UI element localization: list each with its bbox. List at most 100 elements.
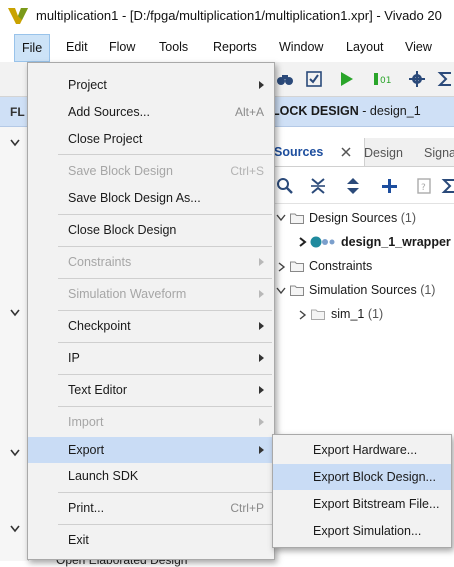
menu-item-shortcut: Ctrl+P <box>230 501 264 515</box>
menu-item-add-sources[interactable]: Add Sources... Alt+A <box>28 100 274 124</box>
folder-icon <box>311 309 325 320</box>
menu-item-export-block-design[interactable]: Export Block Design... <box>273 464 451 490</box>
menu-item-simulation-waveform: Simulation Waveform <box>28 282 274 306</box>
add-icon[interactable] <box>380 177 398 195</box>
expand-all-icon[interactable] <box>344 177 362 195</box>
menu-tools[interactable]: Tools <box>153 38 194 56</box>
menu-item-label: Close Project <box>68 132 143 146</box>
menu-item-label: Export Hardware... <box>313 443 418 457</box>
menu-item-ip[interactable]: IP <box>28 346 274 370</box>
submenu-arrow-icon <box>259 446 264 454</box>
sources-toolbar: ? <box>272 167 454 204</box>
tree-item-design-sources[interactable]: Design Sources (1) <box>309 208 416 228</box>
svg-text:01: 01 <box>380 76 391 86</box>
tree-item-label: Design Sources <box>309 211 398 225</box>
menu-item-save-block-design-as[interactable]: Save Block Design As... <box>28 186 274 210</box>
menu-item-label: Simulation Waveform <box>68 287 187 301</box>
menu-edit[interactable]: Edit <box>60 38 94 56</box>
folder-icon <box>290 261 304 272</box>
menu-item-text-editor[interactable]: Text Editor <box>28 378 274 402</box>
chevron-right-icon[interactable] <box>297 310 307 320</box>
submenu-arrow-icon <box>259 386 264 394</box>
submenu-arrow-icon <box>259 290 264 298</box>
binoculars-icon[interactable] <box>276 70 294 88</box>
menu-item-label: Export <box>68 443 105 457</box>
menu-item-export-bitstream[interactable]: Export Bitstream File... <box>273 491 451 517</box>
tree-item-label: sim_1 <box>331 307 365 321</box>
chevron-down-icon[interactable] <box>10 309 20 317</box>
menu-item-checkpoint[interactable]: Checkpoint <box>28 314 274 338</box>
menu-separator <box>58 154 272 155</box>
banner-title: LOCK DESIGN - design_1 <box>272 104 421 118</box>
search-icon[interactable] <box>276 177 294 195</box>
chevron-down-icon[interactable] <box>10 449 20 457</box>
submenu-arrow-icon <box>259 258 264 266</box>
tab-design[interactable]: Design <box>364 144 403 162</box>
tree-item-sim-1[interactable]: sim_1 (1) <box>331 304 383 324</box>
title-bar: multiplication1 - [D:/fpga/multiplicatio… <box>0 0 454 32</box>
menu-layout[interactable]: Layout <box>340 38 390 56</box>
menu-bar: File Edit Flow Tools Reports Window Layo… <box>0 32 454 62</box>
menu-window[interactable]: Window <box>273 38 329 56</box>
menu-item-project[interactable]: Project <box>28 73 274 97</box>
menu-item-label: Exit <box>68 533 89 547</box>
menu-item-export-hardware[interactable]: Export Hardware... <box>273 437 451 463</box>
menu-item-export-simulation[interactable]: Export Simulation... <box>273 518 451 544</box>
tree-item-design-1-wrapper[interactable]: design_1_wrapper ( <box>341 232 454 252</box>
item-count: (1) <box>367 307 384 321</box>
menu-item-label: Checkpoint <box>68 319 131 333</box>
menu-flow[interactable]: Flow <box>103 38 141 56</box>
gear-icon[interactable] <box>408 70 426 88</box>
tree-item-label: design_1_wrapper <box>341 235 451 249</box>
menu-item-label: Launch SDK <box>68 469 139 483</box>
menu-item-exit[interactable]: Exit <box>28 528 274 552</box>
sum-icon[interactable] <box>440 177 454 195</box>
window-title: multiplication1 - [D:/fpga/multiplicatio… <box>36 8 442 23</box>
banner-title-prefix: LOCK DESIGN <box>272 104 359 118</box>
menu-item-close-project[interactable]: Close Project <box>28 127 274 151</box>
check-box-icon[interactable] <box>305 70 323 88</box>
chevron-right-icon[interactable] <box>276 262 286 272</box>
svg-text:?: ? <box>421 183 426 193</box>
submenu-arrow-icon <box>259 354 264 362</box>
collapse-all-icon[interactable] <box>309 177 327 195</box>
tree-item-simulation-sources[interactable]: Simulation Sources (1) <box>309 280 435 300</box>
menu-separator <box>58 406 272 407</box>
sigma-icon[interactable] <box>436 70 454 88</box>
properties-icon[interactable]: ? <box>415 177 433 195</box>
chevron-down-icon[interactable] <box>276 213 286 223</box>
menu-item-print[interactable]: Print... Ctrl+P <box>28 496 274 520</box>
run-icon[interactable] <box>337 70 355 88</box>
menu-item-shortcut: Ctrl+S <box>230 164 264 178</box>
menu-item-export[interactable]: Export <box>28 437 274 463</box>
menu-item-close-block-design[interactable]: Close Block Design <box>28 218 274 242</box>
menu-item-constraints: Constraints <box>28 250 274 274</box>
menu-item-label: Project <box>68 78 107 92</box>
menu-reports[interactable]: Reports <box>207 38 263 56</box>
menu-item-label: Print... <box>68 501 105 515</box>
menu-item-label: Constraints <box>68 255 132 269</box>
chevron-down-icon[interactable] <box>10 525 20 533</box>
close-icon[interactable] <box>340 146 352 158</box>
tree-item-label: Simulation Sources <box>309 283 417 297</box>
chevron-down-icon[interactable] <box>10 139 20 147</box>
flow-navigator-label: FL <box>10 105 25 119</box>
tree-item-constraints[interactable]: Constraints <box>309 256 372 276</box>
tree-item-label: Constraints <box>309 259 373 273</box>
folder-icon <box>290 213 304 224</box>
chevron-down-icon[interactable] <box>276 286 286 296</box>
menu-file[interactable]: File <box>14 34 51 62</box>
tab-signals[interactable]: Signa <box>424 144 454 162</box>
menu-view[interactable]: View <box>399 38 438 56</box>
export-submenu: Export Hardware... Export Block Design..… <box>272 434 452 548</box>
chevron-right-icon[interactable] <box>297 237 307 247</box>
menu-item-launch-sdk[interactable]: Launch SDK <box>28 464 274 488</box>
folder-icon <box>290 285 304 296</box>
generate-bitstream-icon[interactable]: 01 <box>373 70 391 88</box>
banner-title-suffix: - design_1 <box>358 104 421 118</box>
menu-separator <box>58 278 272 279</box>
item-count: (1) <box>400 211 417 225</box>
menu-separator <box>58 246 272 247</box>
submenu-arrow-icon <box>259 322 264 330</box>
menu-separator <box>58 374 272 375</box>
